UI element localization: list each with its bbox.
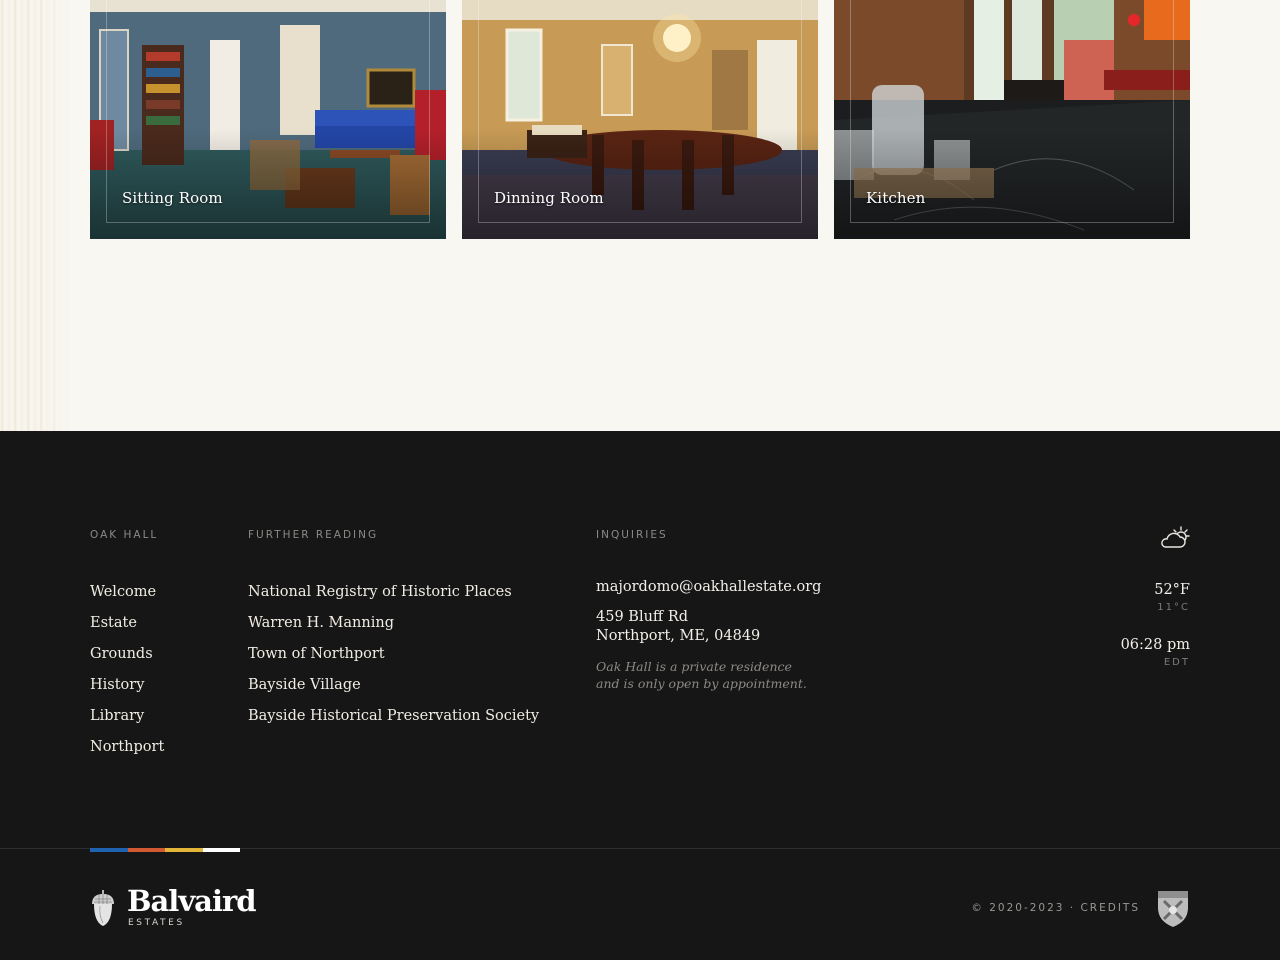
inquiries-block: majordomo@oakhallestate.org 459 Bluff Rd… [596, 577, 821, 692]
visiting-note-line-1: Oak Hall is a private residence [596, 659, 792, 674]
site-footer: OAK HALL Welcome Estate Grounds History … [0, 431, 1280, 960]
footer-link-grounds[interactable]: Grounds [90, 639, 164, 670]
oak-hall-links: Welcome Estate Grounds History Library N… [90, 577, 164, 763]
footer-link-bayside-preservation[interactable]: Bayside Historical Preservation Society [248, 701, 539, 732]
brand-tagline: ESTATES [128, 918, 185, 928]
decorative-grain-strip [0, 0, 72, 431]
address-line-2: Northport, ME, 04849 [596, 628, 761, 644]
footer-link-bayside-village[interactable]: Bayside Village [248, 670, 539, 701]
partly-cloudy-icon [1161, 526, 1190, 548]
room-cards: Sitting Room Dinning Room Kitchen [90, 0, 1190, 239]
card-gradient [90, 129, 446, 239]
footer-link-history[interactable]: History [90, 670, 164, 701]
footer-link-town-of-northport[interactable]: Town of Northport [248, 639, 539, 670]
room-card-kitchen[interactable]: Kitchen [834, 0, 1190, 239]
color-stripe-white [202, 848, 240, 852]
further-reading-links: National Registry of Historic Places War… [248, 577, 539, 732]
footer-link-library[interactable]: Library [90, 701, 164, 732]
address-line-1: 459 Bluff Rd [596, 609, 689, 625]
color-stripe-yellow [165, 848, 203, 852]
weather-widget: 52°F 11°C 06:28 pm EDT [1121, 525, 1190, 668]
crest-shield-icon [1158, 891, 1188, 927]
room-card-dinning-room[interactable]: Dinning Room [462, 0, 818, 239]
local-time: 06:28 pm [1120, 637, 1190, 653]
color-stripe-orange [127, 848, 165, 852]
timezone: EDT [1163, 657, 1190, 668]
footer-link-welcome[interactable]: Welcome [90, 577, 164, 608]
color-stripe-blue [90, 848, 128, 852]
brand-logo[interactable]: Balvaird ESTATES [90, 884, 257, 928]
footer-heading-further-reading: FURTHER READING [248, 529, 379, 541]
footer-heading-inquiries: INQUIRIES [596, 529, 668, 541]
room-label[interactable]: Dinning Room [494, 189, 604, 207]
temperature-celsius: 11°C [1157, 602, 1190, 613]
contact-email-link[interactable]: majordomo@oakhallestate.org [596, 577, 821, 597]
card-gradient [462, 129, 818, 239]
visiting-note: Oak Hall is a private residence and is o… [596, 658, 821, 692]
temperature-fahrenheit: 52°F [1154, 582, 1190, 598]
brand-color-bar [90, 848, 240, 852]
footer-link-northport[interactable]: Northport [90, 732, 164, 763]
card-gradient [834, 129, 1190, 239]
footer-link-national-registry[interactable]: National Registry of Historic Places [248, 577, 539, 608]
footer-link-warren-manning[interactable]: Warren H. Manning [248, 608, 539, 639]
visiting-note-line-2: and is only open by appointment. [596, 676, 807, 691]
footer-heading-oak-hall: OAK HALL [90, 529, 159, 541]
acorn-icon [92, 890, 114, 926]
brand-name: Balvaird [127, 884, 257, 918]
room-label[interactable]: Kitchen [866, 189, 925, 207]
footer-link-estate[interactable]: Estate [90, 608, 164, 639]
room-label[interactable]: Sitting Room [122, 189, 223, 207]
brand-wordmark: Balvaird ESTATES [127, 884, 257, 928]
room-card-sitting-room[interactable]: Sitting Room [90, 0, 446, 239]
copyright-credits-link[interactable]: © 2020-2023 · CREDITS [971, 902, 1140, 914]
